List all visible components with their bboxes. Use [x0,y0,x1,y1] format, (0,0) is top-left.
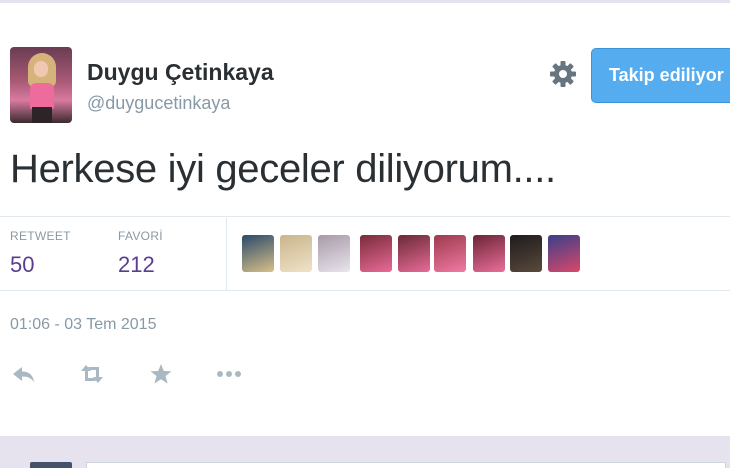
bottom-avatar [30,462,72,468]
divider [0,290,730,291]
top-strip [0,0,730,3]
favorited-by-avatar[interactable] [473,235,505,272]
gear-icon[interactable] [548,59,578,89]
retweet-count[interactable]: 50 [10,252,34,278]
favorite-label[interactable]: FAVORİ [118,229,163,243]
favorited-by-avatar[interactable] [434,235,466,272]
divider [0,216,730,217]
avatar[interactable] [10,47,72,123]
favorited-by-avatar[interactable] [242,235,274,272]
favorite-count[interactable]: 212 [118,252,155,278]
favorited-by-avatar[interactable] [318,235,350,272]
more-icon[interactable] [215,362,243,386]
display-name[interactable]: Duygu Çetinkaya [87,59,274,86]
favorited-by-avatar[interactable] [360,235,392,272]
reply-box[interactable] [86,462,726,468]
favorited-by-avatar[interactable] [548,235,580,272]
bottom-bar [0,436,730,468]
following-button[interactable]: Takip ediliyor [591,48,730,103]
screen-name[interactable]: @duygucetinkaya [87,93,230,114]
tweet-text: Herkese iyi geceler diliyorum.... [10,147,556,191]
stats-separator [226,218,227,290]
retweet-icon[interactable] [78,362,106,386]
favorited-by-avatar[interactable] [280,235,312,272]
favorited-by-avatar[interactable] [398,235,430,272]
retweet-label[interactable]: RETWEET [10,229,71,243]
reply-icon[interactable] [10,362,38,386]
favorited-by-avatar[interactable] [510,235,542,272]
tweet-timestamp[interactable]: 01:06 - 03 Tem 2015 [10,316,156,334]
favorite-icon[interactable] [147,362,175,386]
